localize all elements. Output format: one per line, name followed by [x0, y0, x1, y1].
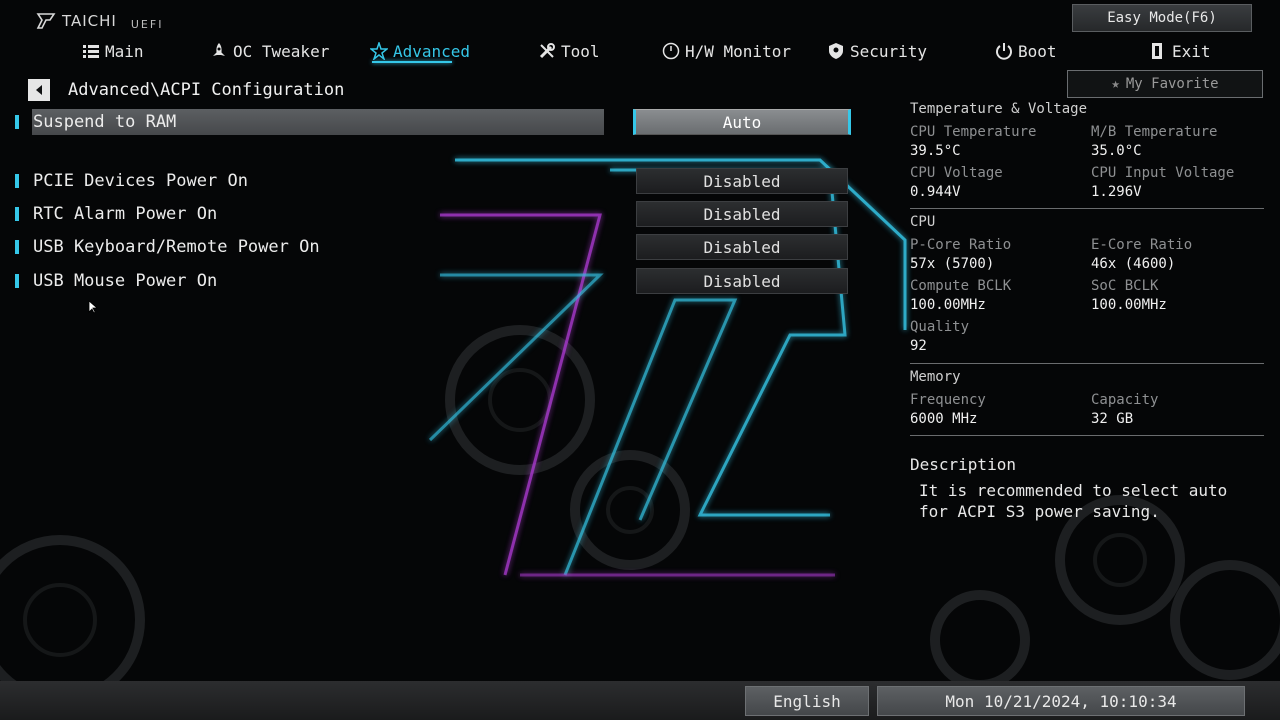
section-title-memory: Memory: [910, 369, 961, 385]
setting-rtc-alarm-power-on[interactable]: RTC Alarm Power On Disabled: [0, 201, 880, 227]
tab-exit[interactable]: Exit: [1149, 38, 1211, 64]
exit-icon: [1152, 43, 1162, 59]
hw-value-soc-bclk: 100.00MHz: [1091, 297, 1167, 313]
section-title-cpu: CPU: [910, 214, 936, 230]
setting-label: USB Keyboard/Remote Power On: [33, 237, 320, 257]
divider: [910, 363, 1264, 364]
setting-value-dropdown[interactable]: Disabled: [636, 234, 848, 260]
rocket-icon: [213, 43, 225, 56]
brand-sub: UEFI: [130, 17, 164, 31]
tab-boot[interactable]: Boot: [995, 38, 1057, 64]
tab-label: Main: [105, 41, 144, 61]
setting-value-dropdown[interactable]: Disabled: [636, 168, 848, 194]
hw-value-memory-frequency: 6000 MHz: [910, 411, 978, 427]
tab-security[interactable]: Security: [827, 38, 927, 64]
setting-pcie-devices-power-on[interactable]: PCIE Devices Power On Disabled: [0, 168, 880, 194]
setting-value-dropdown[interactable]: Auto: [633, 109, 851, 135]
hw-value-quality: 92: [910, 338, 927, 354]
breadcrumb: Advanced\ACPI Configuration: [68, 80, 345, 100]
active-tab-indicator: [372, 61, 452, 63]
back-arrow-icon: [36, 85, 42, 95]
hw-label: Quality: [910, 319, 970, 335]
hw-label: M/B Temperature: [1091, 124, 1218, 140]
hw-value-ecore-ratio: 46x (4600): [1091, 256, 1176, 272]
datetime-display: Mon 10/21/2024, 10:10:34: [877, 686, 1245, 716]
tab-oc-tweaker[interactable]: OC Tweaker: [210, 38, 329, 64]
taichi-logo-icon: [36, 13, 56, 29]
hw-label: CPU Voltage: [910, 165, 1003, 181]
easy-mode-button[interactable]: Easy Mode(F6): [1072, 4, 1252, 32]
hw-label: CPU Temperature: [910, 124, 1037, 140]
background-artwork: [0, 0, 1280, 720]
hw-label: CPU Input Voltage: [1091, 165, 1235, 181]
setting-value-dropdown[interactable]: Disabled: [636, 201, 848, 227]
shield-icon: [829, 43, 843, 59]
divider: [910, 208, 1264, 209]
hw-label: E-Core Ratio: [1091, 237, 1193, 253]
hw-value-cpu-input-voltage: 1.296V: [1091, 184, 1142, 200]
row-marker: [15, 115, 19, 129]
row-marker: [15, 274, 19, 288]
hw-value-cpu-voltage: 0.944V: [910, 184, 961, 200]
back-button[interactable]: [28, 79, 50, 101]
tab-label: Exit: [1172, 41, 1211, 61]
list-icon: [83, 45, 99, 58]
setting-suspend-to-ram[interactable]: Suspend to RAM Auto: [0, 109, 880, 135]
hw-value-mb-temp: 35.0°C: [1091, 143, 1142, 159]
row-marker: [15, 207, 19, 221]
monitor-icon: [662, 42, 680, 60]
description-text: It is recommended to select auto for ACP…: [919, 481, 1228, 521]
setting-value-dropdown[interactable]: Disabled: [636, 268, 848, 294]
tab-label: OC Tweaker: [233, 41, 330, 61]
tab-label: Advanced: [393, 41, 471, 61]
description-title: Description: [910, 455, 1016, 474]
setting-label: Suspend to RAM: [33, 112, 177, 132]
hw-value-pcore-ratio: 57x (5700): [910, 256, 995, 272]
power-icon: [996, 43, 1012, 60]
star-icon: [370, 42, 388, 60]
hw-label: P-Core Ratio: [910, 237, 1012, 253]
hw-label: Compute BCLK: [910, 278, 1012, 294]
row-marker: [15, 240, 19, 254]
setting-usb-mouse-power-on[interactable]: USB Mouse Power On Disabled: [0, 268, 880, 294]
divider: [910, 435, 1264, 436]
hw-value-compute-bclk: 100.00MHz: [910, 297, 986, 313]
wrench-icon: [539, 43, 555, 59]
brand-logo: TAICHI UEFI: [36, 10, 163, 32]
tab-hw-monitor[interactable]: H/W Monitor: [662, 38, 791, 64]
setting-label: USB Mouse Power On: [33, 271, 218, 291]
mouse-cursor-icon: [88, 300, 98, 314]
tab-tool[interactable]: Tool: [538, 38, 600, 64]
tab-main[interactable]: Main: [82, 38, 144, 64]
tab-label: Tool: [561, 41, 600, 61]
tab-label: Security: [850, 41, 928, 61]
hw-label: Capacity: [1091, 392, 1159, 408]
hw-label: Frequency: [910, 392, 986, 408]
hw-value-cpu-temp: 39.5°C: [910, 143, 961, 159]
tab-label: H/W Monitor: [685, 41, 791, 61]
hw-value-memory-capacity: 32 GB: [1091, 411, 1134, 427]
setting-label: RTC Alarm Power On: [33, 204, 218, 224]
star-icon: ★: [1111, 76, 1120, 92]
section-title-temp-voltage: Temperature & Voltage: [910, 101, 1088, 117]
row-marker: [15, 174, 19, 188]
favorite-label: My Favorite: [1125, 76, 1219, 92]
hw-label: SoC BCLK: [1091, 278, 1159, 294]
brand-name: TAICHI: [62, 12, 117, 30]
language-button[interactable]: English: [745, 686, 869, 716]
setting-label: PCIE Devices Power On: [33, 171, 248, 191]
my-favorite-button[interactable]: ★ My Favorite: [1067, 70, 1263, 98]
main-nav: Main OC Tweaker Advanced Tool H/W Monito…: [0, 38, 1280, 64]
setting-usb-keyboard-remote-power-on[interactable]: USB Keyboard/Remote Power On Disabled: [0, 234, 880, 260]
tab-label: Boot: [1018, 41, 1057, 61]
